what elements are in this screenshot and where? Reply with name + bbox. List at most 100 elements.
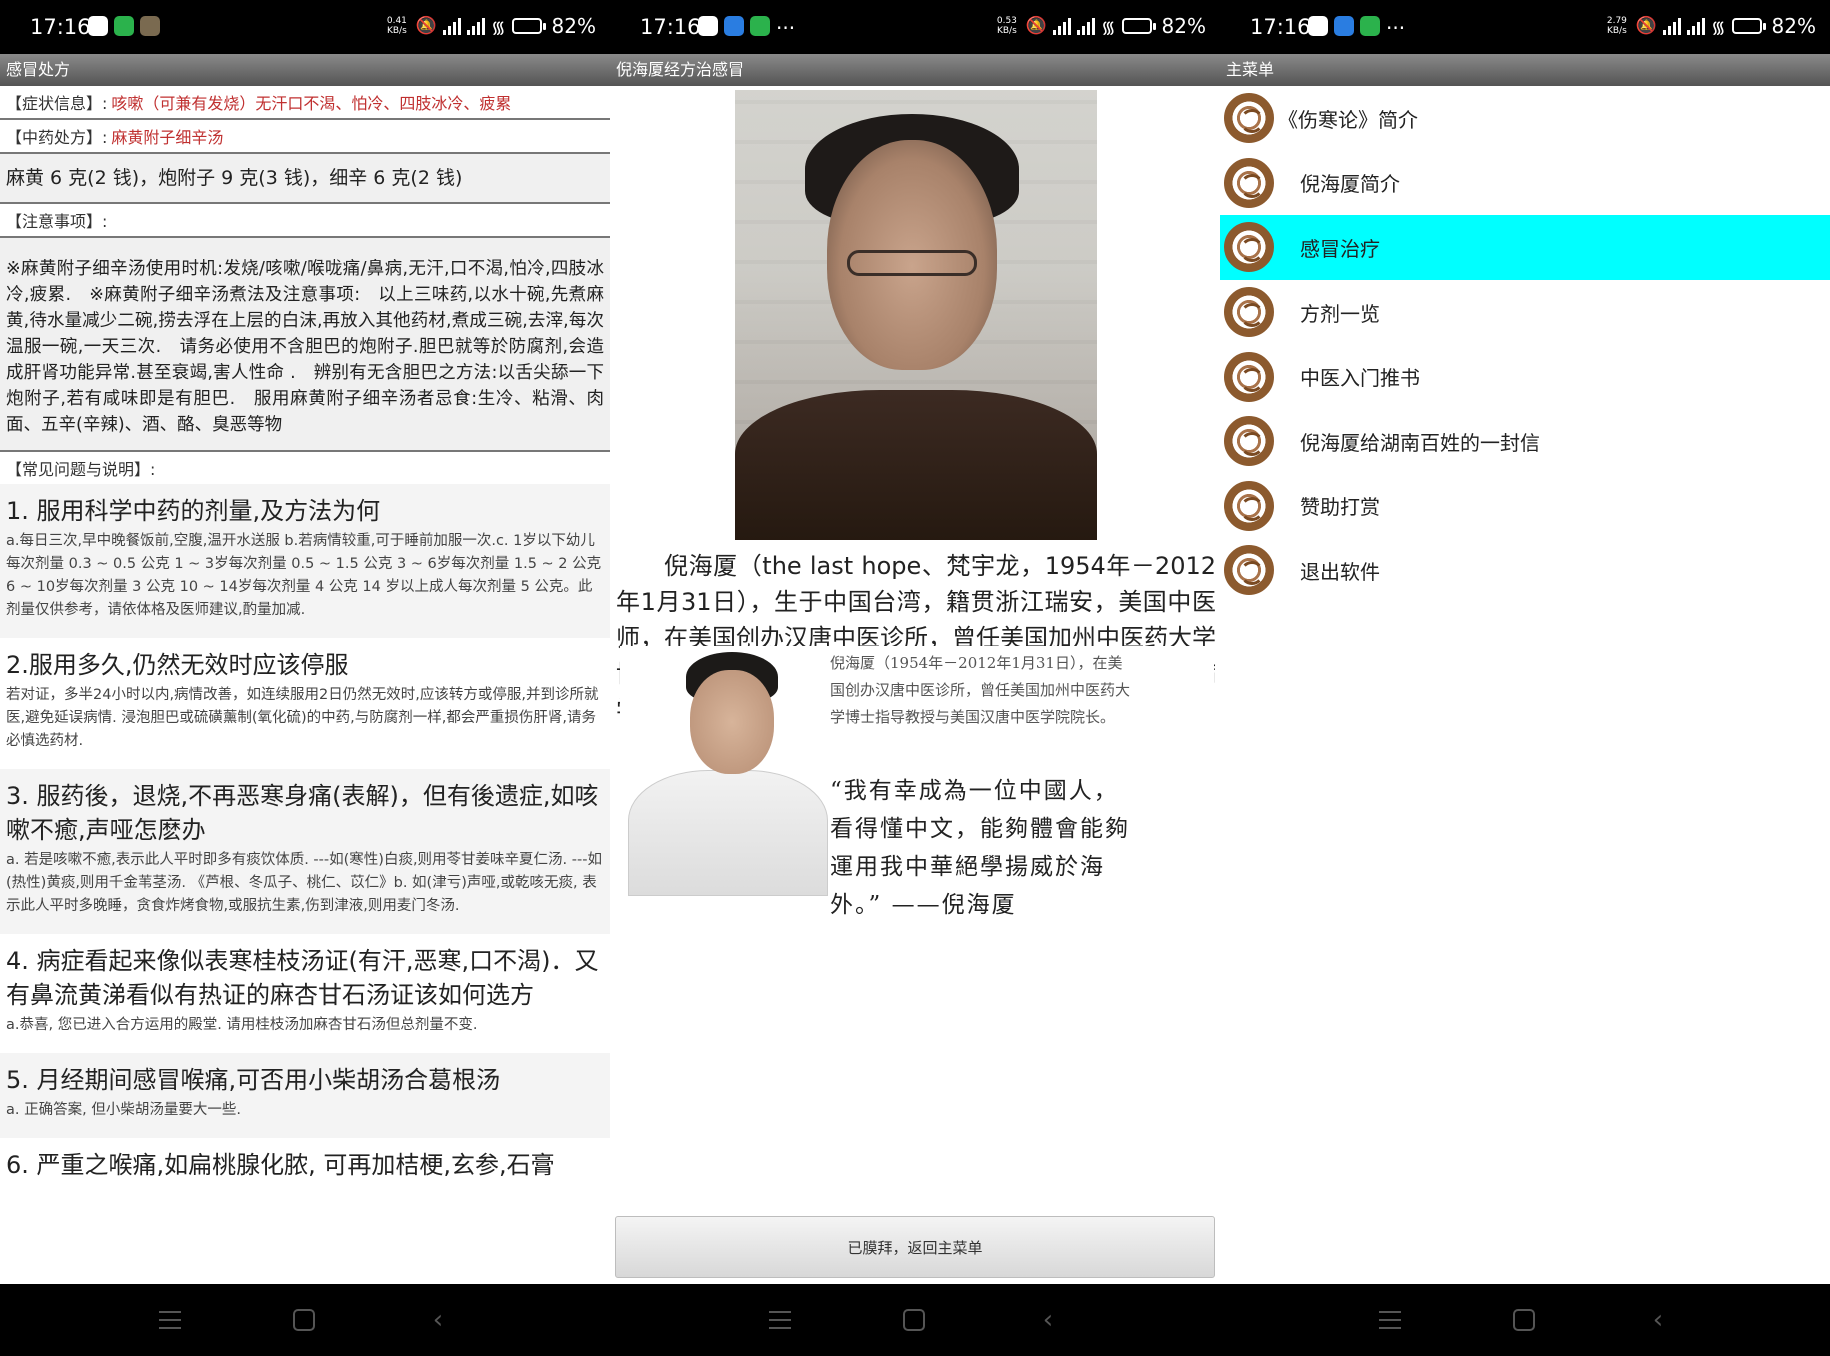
- return-main-menu-button[interactable]: 已膜拜，返回主菜单: [615, 1216, 1215, 1278]
- back-nav-button[interactable]: ‹: [422, 1304, 454, 1336]
- qq-icon: [698, 16, 718, 36]
- menu-nav-button[interactable]: [154, 1304, 186, 1336]
- screen-ni-haixia-intro: 17:16 ··· 0.53 KB/s 🔕 ᯾ 82% 倪海厦经方治感冒 倪海厦（…: [610, 0, 1220, 1356]
- back-nav-button[interactable]: ‹: [1032, 1304, 1064, 1336]
- battery-icon: [1731, 18, 1766, 34]
- menu-item-exit[interactable]: 退出软件: [1220, 538, 1830, 603]
- menu-item-label: 方剂一览: [1300, 301, 1380, 326]
- app-icon: [724, 16, 744, 36]
- network-speed: 2.79 KB/s: [1606, 16, 1627, 36]
- menu-item-label: 感冒治疗: [1300, 236, 1380, 261]
- faq-question: 3. 服药後，退烧,不再恶寒身痛(表解)，但有後遗症,如咳嗽不癒,声哑怎麽办: [6, 782, 599, 844]
- app-icon: [1360, 16, 1380, 36]
- status-right: 0.41 KB/s 🔕 ᯾ 82%: [384, 14, 596, 38]
- mute-icon: 🔕: [1635, 16, 1658, 36]
- battery-percent: 82%: [1161, 14, 1206, 38]
- menu-item-label: 中医入门推书: [1300, 366, 1420, 391]
- battery-icon: [1121, 18, 1156, 34]
- menu-icon: [1374, 1304, 1406, 1336]
- app-icon: [750, 16, 770, 36]
- battery-percent: 82%: [551, 14, 596, 38]
- notes-label: 【注意事项】:: [0, 204, 610, 238]
- nav-bar: ‹: [610, 1284, 1220, 1356]
- faq-question: 5. 月经期间感冒喉痛,可否用小柴胡汤合葛根汤: [6, 1066, 501, 1094]
- taiji-logo-icon: [1224, 222, 1274, 273]
- notification-icons: ···: [698, 16, 795, 40]
- home-nav-button[interactable]: [288, 1304, 320, 1336]
- back-icon: ‹: [1652, 1305, 1664, 1335]
- back-icon: ‹: [432, 1305, 444, 1335]
- notes-text: ※麻黄附子细辛汤使用时机:发烧/咳嗽/喉咙痛/鼻病,无汗,口不渴,怕冷,四肢冰冷…: [0, 238, 610, 452]
- back-nav-button[interactable]: ‹: [1642, 1304, 1674, 1336]
- faq-item: 4. 病症看起来像似表寒桂枝汤证(有汗,恶寒,口不渴)．又有鼻流黄涕看似有热证的…: [0, 934, 610, 1053]
- menu-item-shanghanlun[interactable]: 《伤寒论》简介: [1220, 86, 1830, 151]
- taiji-logo-icon: [1224, 480, 1274, 531]
- portrait-photo-small: [628, 646, 828, 896]
- faq-label: 【常见问题与说明】:: [6, 460, 156, 479]
- signal-hd-icon: [1687, 17, 1706, 35]
- home-icon: [903, 1309, 925, 1331]
- taiji-logo-icon: [1224, 93, 1274, 144]
- qq-icon: [88, 16, 108, 36]
- taiji-logo-icon: [1224, 157, 1274, 208]
- more-notifications-icon: ···: [1386, 16, 1406, 40]
- app-icon: [1334, 16, 1354, 36]
- signal-icon: [1053, 17, 1072, 35]
- faq-item: 1. 服用科学中药的剂量,及方法为何 a.每日三次,早中晚餐饭前,空腹,温开水送…: [0, 484, 610, 638]
- home-nav-button[interactable]: [1508, 1304, 1540, 1336]
- symptom-row: 【症状信息】: 咳嗽（可兼有发烧）无汗口不渴、怕冷、四肢冰冷、疲累: [0, 86, 610, 120]
- menu-item-donate[interactable]: 赞助打赏: [1220, 474, 1830, 539]
- menu-icon: [154, 1304, 186, 1336]
- page-title: 主菜单: [1220, 54, 1830, 86]
- main-menu-list: 《伤寒论》简介 倪海厦简介 感冒治疗 方剂一览 中医入门推书 倪海厦给湖南百姓的…: [1220, 86, 1830, 1284]
- notification-icons: [88, 16, 160, 36]
- faq-answer: a. 正确答案, 但小柴胡汤量要大一些.: [6, 1102, 241, 1118]
- status-bar: 17:16 0.41 KB/s 🔕 ᯾ 82%: [0, 0, 610, 54]
- status-time: 17:16: [1250, 15, 1311, 39]
- screen-main-menu: 17:16 ··· 2.79 KB/s 🔕 ᯾ 82% 主菜单 《伤寒论》简介 倪…: [1220, 0, 1830, 1356]
- status-right: 0.53 KB/s 🔕 ᯾ 82%: [994, 14, 1206, 38]
- faq-item: 6. 严重之喉痛,如扁桃腺化脓, 可再加桔梗,玄参,石膏: [0, 1138, 610, 1184]
- faq-item: 5. 月经期间感冒喉痛,可否用小柴胡汤合葛根汤 a. 正确答案, 但小柴胡汤量要…: [0, 1053, 610, 1138]
- menu-item-cold-treatment[interactable]: 感冒治疗: [1220, 215, 1830, 280]
- portrait-photo: [735, 90, 1097, 540]
- status-bar: 17:16 ··· 2.79 KB/s 🔕 ᯾ 82%: [1220, 0, 1830, 54]
- formula-value: 麻黄附子细辛汤: [111, 128, 224, 147]
- mute-icon: 🔕: [1025, 16, 1048, 36]
- menu-item-label: 退出软件: [1300, 559, 1380, 584]
- menu-icon: [764, 1304, 796, 1336]
- notification-icons: ···: [1308, 16, 1405, 40]
- menu-item-ni-haixia[interactable]: 倪海厦简介: [1220, 151, 1830, 216]
- menu-nav-button[interactable]: [1374, 1304, 1406, 1336]
- signal-icon: [443, 17, 462, 35]
- status-time: 17:16: [30, 15, 91, 39]
- taiji-logo-icon: [1224, 545, 1274, 596]
- menu-item-formula-list[interactable]: 方剂一览: [1220, 280, 1830, 345]
- home-icon: [1513, 1309, 1535, 1331]
- home-nav-button[interactable]: [898, 1304, 930, 1336]
- faq-answer: a.每日三次,早中晚餐饭前,空腹,温开水送服 b.若病情较重,可于睡前加服一次.…: [6, 533, 602, 618]
- symptom-value: 咳嗽（可兼有发烧）无汗口不渴、怕冷、四肢冰冷、疲累: [111, 94, 512, 113]
- faq-question: 1. 服用科学中药的剂量,及方法为何: [6, 497, 381, 525]
- menu-nav-button[interactable]: [764, 1304, 796, 1336]
- nav-bar: ‹: [0, 1284, 610, 1356]
- quote-caption: 倪海厦（1954年－2012年1月31日），在美国创办汉唐中医诊所，曾任美国加州…: [830, 654, 1131, 726]
- wifi-icon: ᯾: [1101, 17, 1116, 38]
- wifi-icon: ᯾: [491, 17, 506, 38]
- back-icon: ‹: [1042, 1305, 1054, 1335]
- menu-item-label: 倪海厦简介: [1300, 172, 1400, 197]
- qq-icon: [1308, 16, 1328, 36]
- faq-list: 1. 服用科学中药的剂量,及方法为何 a.每日三次,早中晚餐饭前,空腹,温开水送…: [0, 484, 610, 1184]
- status-bar: 17:16 ··· 0.53 KB/s 🔕 ᯾ 82%: [610, 0, 1220, 54]
- menu-item-label: 赞助打赏: [1300, 495, 1380, 520]
- home-icon: [293, 1309, 315, 1331]
- quote-text: “我有幸成為一位中國人，看得懂中文，能夠體會能夠運用我中華絕學揚威於海外。” —…: [830, 778, 1130, 918]
- faq-answer: a. 若是咳嗽不癒,表示此人平时即多有痰饮体质. ---如(寒性)白痰,则用苓甘…: [6, 852, 602, 914]
- menu-item-book-recommend[interactable]: 中医入门推书: [1220, 344, 1830, 409]
- menu-item-letter[interactable]: 倪海厦给湖南百姓的一封信: [1220, 409, 1830, 474]
- intro-content[interactable]: 倪海厦（the last hope、梵宇龙，1954年－2012年1月31日），…: [610, 86, 1220, 1284]
- faq-question: 6. 严重之喉痛,如扁桃腺化脓, 可再加桔梗,玄参,石膏: [6, 1151, 555, 1179]
- nav-bar: ‹: [1220, 1284, 1830, 1356]
- prescription-content[interactable]: 【症状信息】: 咳嗽（可兼有发烧）无汗口不渴、怕冷、四肢冰冷、疲累 【中药处方】:…: [0, 86, 610, 1284]
- wifi-icon: ᯾: [1711, 17, 1726, 38]
